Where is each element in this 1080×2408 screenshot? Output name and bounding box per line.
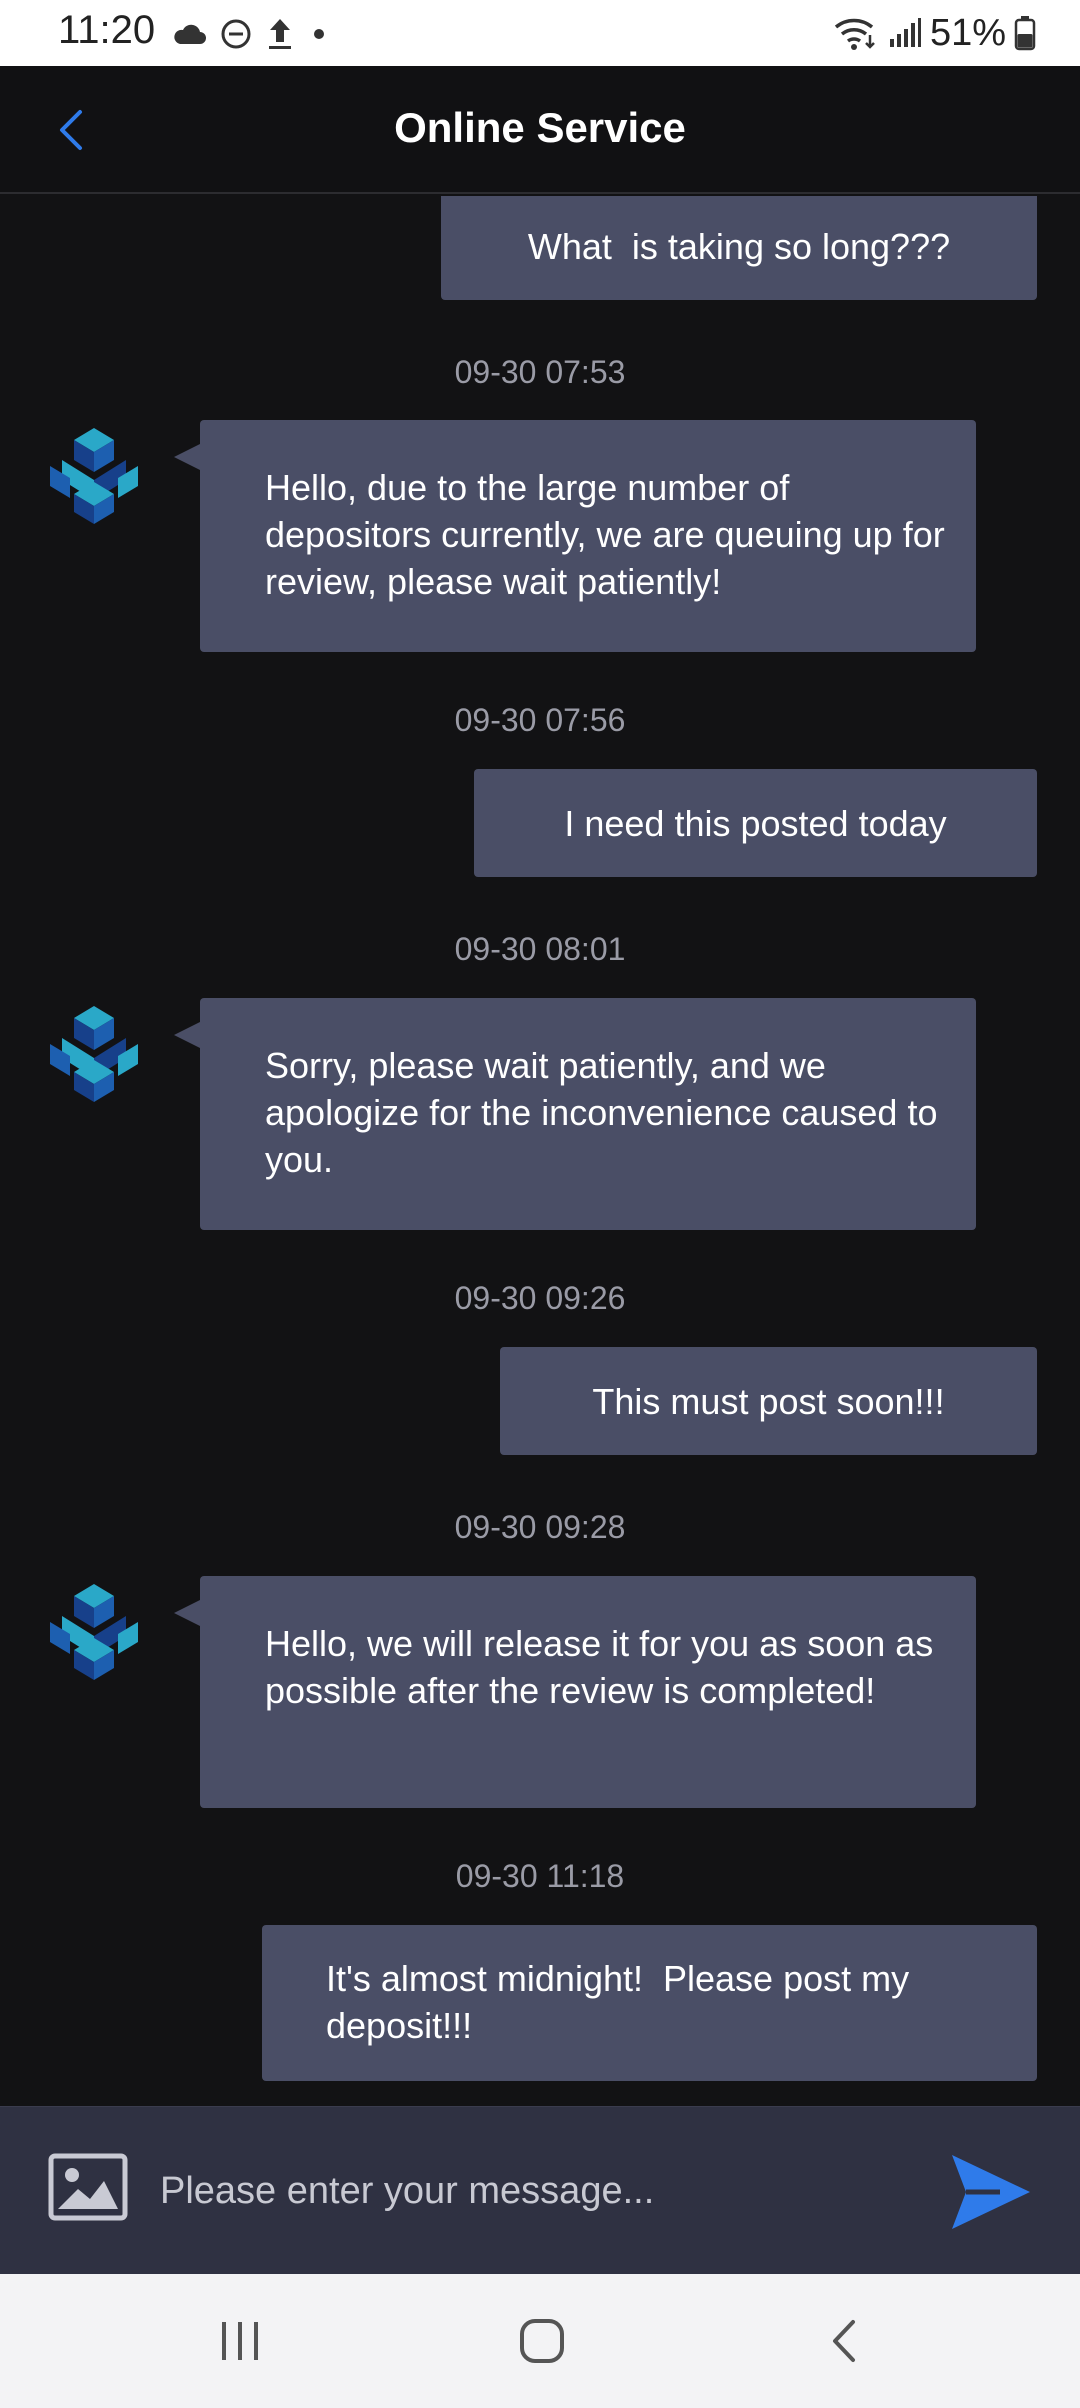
dot-icon [314,29,324,39]
image-icon [48,2153,128,2221]
support-avatar [50,1006,138,1102]
page-title: Online Service [394,104,686,151]
home-icon [520,2319,564,2363]
battery-icon [1014,16,1036,51]
message-timestamp: 09-30 09:26 [454,1280,626,1316]
status-icons-left [172,14,340,54]
bubble-pointer [174,1022,200,1048]
send-icon [952,2155,1030,2229]
do-not-disturb-icon [221,19,251,49]
home-button[interactable] [462,2274,622,2408]
incoming-message[interactable]: Sorry, please wait patiently, and we apo… [174,998,976,1230]
wifi-icon [834,18,875,50]
message-text: Hello, we will release it for you as soo… [265,1623,934,1711]
upload-icon [269,19,291,49]
message-input[interactable] [160,2151,920,2231]
status-time: 11:20 [58,8,156,52]
message-timestamp: 09-30 11:18 [455,1858,625,1894]
message-timestamp: 09-30 08:01 [454,931,626,967]
outgoing-message[interactable]: It's almost midnight! Please post my dep… [262,1925,1037,2081]
recent-apps-button[interactable] [160,2274,320,2408]
message-composer [0,2106,1080,2274]
message-text: What is taking so long??? [527,225,951,267]
attach-image-button[interactable] [48,2153,128,2221]
support-avatar [50,1584,138,1680]
outgoing-message[interactable]: This must post soon!!! [500,1347,1037,1455]
chat-header: Online Service [0,66,1080,194]
send-button[interactable] [948,2151,1034,2233]
outgoing-message[interactable]: What is taking so long??? [441,196,1037,300]
back-icon [833,2320,855,2362]
outgoing-message[interactable]: I need this posted today [474,769,1037,877]
incoming-message[interactable]: Hello, due to the large number of deposi… [174,420,976,652]
recent-apps-icon [222,2322,258,2360]
message-text: Hello, due to the large number of deposi… [265,467,945,602]
status-icons-right: 51% [832,8,1044,58]
system-nav-bar [0,2274,1080,2408]
message-text: Sorry, please wait patiently, and we apo… [265,1045,938,1180]
message-text: I need this posted today [564,802,947,844]
chat-message-list[interactable]: What is taking so long??? 09-30 07:53 He… [0,196,1080,2106]
message-timestamp: 09-30 07:56 [454,702,626,738]
message-timestamp: 09-30 09:28 [454,1509,626,1545]
message-timestamp: 09-30 07:53 [454,354,626,390]
cloud-icon [174,24,206,44]
signal-icon [889,18,921,47]
status-bar: 11:20 51% [0,0,1080,66]
incoming-message[interactable]: Hello, we will release it for you as soo… [174,1576,976,1808]
message-text: This must post soon!!! [592,1380,945,1422]
bubble-pointer [174,444,200,470]
message-text: It's almost midnight! Please post my dep… [326,1958,920,2046]
battery-percentage: 51% [929,11,1006,54]
support-avatar [50,428,138,524]
nav-back-button[interactable] [764,2274,924,2408]
bubble-pointer [174,1600,200,1626]
